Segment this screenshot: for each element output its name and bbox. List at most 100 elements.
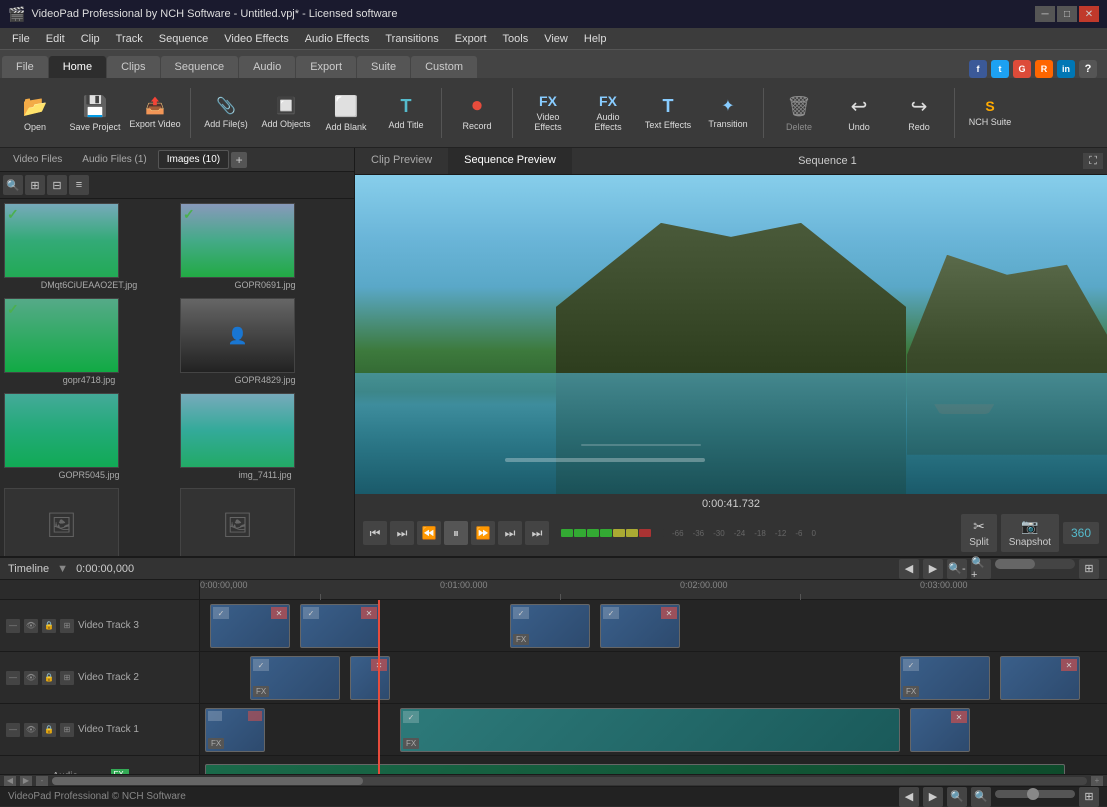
track-1-options[interactable]: ⊞ (60, 723, 74, 737)
media-item-6[interactable]: img_7411.jpg (180, 393, 350, 482)
clip-v3-4[interactable]: ✓ ✕ (600, 604, 680, 648)
video-effects-button[interactable]: FX Video Effects (519, 84, 577, 142)
menu-sequence[interactable]: Sequence (151, 31, 217, 47)
tab-export[interactable]: Export (296, 56, 356, 78)
timeline-scroll-left[interactable]: ◀ (899, 559, 919, 579)
track-3-lock[interactable]: 🔒 (42, 619, 56, 633)
export-video-button[interactable]: 📤 Export Video (126, 84, 184, 142)
scroll-right-button[interactable]: ▶ (20, 776, 32, 786)
clip-v3-2[interactable]: ✓ ✕ (300, 604, 380, 648)
add-blank-button[interactable]: ⬜ Add Blank (317, 84, 375, 142)
scroll-zoom-minus[interactable]: - (36, 776, 48, 786)
track-3-options[interactable]: ⊞ (60, 619, 74, 633)
media-item-3[interactable]: ✓ gopr4718.jpg (4, 298, 174, 387)
media-item-4[interactable]: 👤 GOPR4829.jpg (180, 298, 350, 387)
clip-v3-1[interactable]: ✓ ✕ (210, 604, 290, 648)
linkedin-icon[interactable]: in (1057, 60, 1075, 78)
maximize-button[interactable]: □ (1057, 6, 1077, 22)
clip-v2-3[interactable]: ✓ FX (900, 656, 990, 700)
status-scroll-right[interactable]: ▶ (923, 787, 943, 807)
clip-v1-long[interactable]: ✓ FX (400, 708, 900, 752)
menu-export[interactable]: Export (447, 31, 495, 47)
track-3-mute[interactable]: — (6, 619, 20, 633)
clip-v2-4[interactable]: ✕ (1000, 656, 1080, 700)
menu-help[interactable]: Help (576, 31, 615, 47)
status-zoom-slider[interactable] (995, 790, 1075, 798)
transition-button[interactable]: ✦ Transition (699, 84, 757, 142)
rss-icon[interactable]: R (1035, 60, 1053, 78)
tab-sequence-preview[interactable]: Sequence Preview (448, 148, 572, 174)
google-icon[interactable]: G (1013, 60, 1031, 78)
media-tool-grid-large[interactable]: ⊞ (25, 175, 45, 195)
open-button[interactable]: 📂 Open (6, 84, 64, 142)
minimize-button[interactable]: ─ (1035, 6, 1055, 22)
facebook-icon[interactable]: f (969, 60, 987, 78)
skip-start-button[interactable]: ⏮ (363, 521, 387, 545)
preview-expand-button[interactable]: ⛶ (1083, 153, 1103, 169)
delete-button[interactable]: 🗑 Delete (770, 84, 828, 142)
twitter-icon[interactable]: t (991, 60, 1009, 78)
menu-audio-effects[interactable]: Audio Effects (297, 31, 378, 47)
audio-clip-1[interactable]: FX (205, 764, 1065, 774)
menu-clip[interactable]: Clip (73, 31, 108, 47)
tab-clips[interactable]: Clips (107, 56, 159, 78)
media-item-5[interactable]: GOPR5045.jpg (4, 393, 174, 482)
media-item-8[interactable]: 🖼 (180, 488, 350, 556)
track-3-eye[interactable]: 👁 (24, 619, 38, 633)
audio-effects-button[interactable]: FX Audio Effects (579, 84, 637, 142)
tab-clip-preview[interactable]: Clip Preview (355, 148, 448, 174)
status-zoom-in[interactable]: 🔍 (971, 787, 991, 807)
media-tool-grid-small[interactable]: ⊟ (47, 175, 67, 195)
track-2-eye[interactable]: 👁 (24, 671, 38, 685)
media-tool-search[interactable]: 🔍 (3, 175, 23, 195)
menu-view[interactable]: View (536, 31, 576, 47)
skip-end-button[interactable]: ⏭ (525, 521, 549, 545)
clip-v1-1[interactable]: FX (205, 708, 265, 752)
clip-v1-end[interactable]: ✕ (910, 708, 970, 752)
menu-edit[interactable]: Edit (38, 31, 73, 47)
track-1-mute[interactable]: — (6, 723, 20, 737)
media-item-2[interactable]: ✓ GOPR0691.jpg (180, 203, 350, 292)
add-objects-button[interactable]: 🔲 Add Objects (257, 84, 315, 142)
media-item-1[interactable]: ✓ DMqt6CiUEAAO2ET.jpg (4, 203, 174, 292)
text-effects-button[interactable]: T Text Effects (639, 84, 697, 142)
timeline-zoom-slider[interactable] (995, 559, 1075, 569)
vr360-button[interactable]: 360 (1063, 522, 1099, 544)
tab-custom[interactable]: Custom (411, 56, 477, 78)
help-icon[interactable]: ? (1079, 60, 1097, 78)
timeline-zoom-out[interactable]: 🔍- (947, 559, 967, 579)
tab-sequence[interactable]: Sequence (161, 56, 239, 78)
media-tab-video-files[interactable]: Video Files (4, 150, 71, 169)
prev-frame-button[interactable]: ⏭ (390, 521, 414, 545)
track-2-lock[interactable]: 🔒 (42, 671, 56, 685)
media-tab-audio-files[interactable]: Audio Files (1) (73, 150, 155, 169)
playhead[interactable] (378, 600, 380, 774)
scroll-left-button[interactable]: ◀ (4, 776, 16, 786)
media-item-7[interactable]: 🖼 (4, 488, 174, 556)
status-fit-button[interactable]: ⊞ (1079, 787, 1099, 807)
menu-track[interactable]: Track (108, 31, 151, 47)
next-frame-button[interactable]: ⏭ (498, 521, 522, 545)
record-button[interactable]: ⏺ Record (448, 84, 506, 142)
menu-tools[interactable]: Tools (495, 31, 537, 47)
track-2-options[interactable]: ⊞ (60, 671, 74, 685)
track-2-mute[interactable]: — (6, 671, 20, 685)
pause-button[interactable]: ⏸ (444, 521, 468, 545)
undo-button[interactable]: ↩ Undo (830, 84, 888, 142)
scroll-track[interactable] (52, 777, 1087, 785)
media-tool-list[interactable]: ≡ (69, 175, 89, 195)
clip-v3-3[interactable]: ✓ FX (510, 604, 590, 648)
media-tab-images[interactable]: Images (10) (158, 150, 229, 169)
scroll-zoom-plus[interactable]: + (1091, 776, 1103, 786)
timeline-scroll-right[interactable]: ▶ (923, 559, 943, 579)
tab-audio[interactable]: Audio (239, 56, 295, 78)
redo-button[interactable]: ↪ Redo (890, 84, 948, 142)
timeline-fit[interactable]: ⊞ (1079, 559, 1099, 579)
menu-file[interactable]: File (4, 31, 38, 47)
tab-suite[interactable]: Suite (357, 56, 410, 78)
save-project-button[interactable]: 💾 Save Project (66, 84, 124, 142)
menu-video-effects[interactable]: Video Effects (216, 31, 296, 47)
media-tab-add-button[interactable]: + (231, 152, 247, 168)
snapshot-button[interactable]: 📷 Snapshot (1001, 514, 1059, 552)
status-scroll-left[interactable]: ◀ (899, 787, 919, 807)
